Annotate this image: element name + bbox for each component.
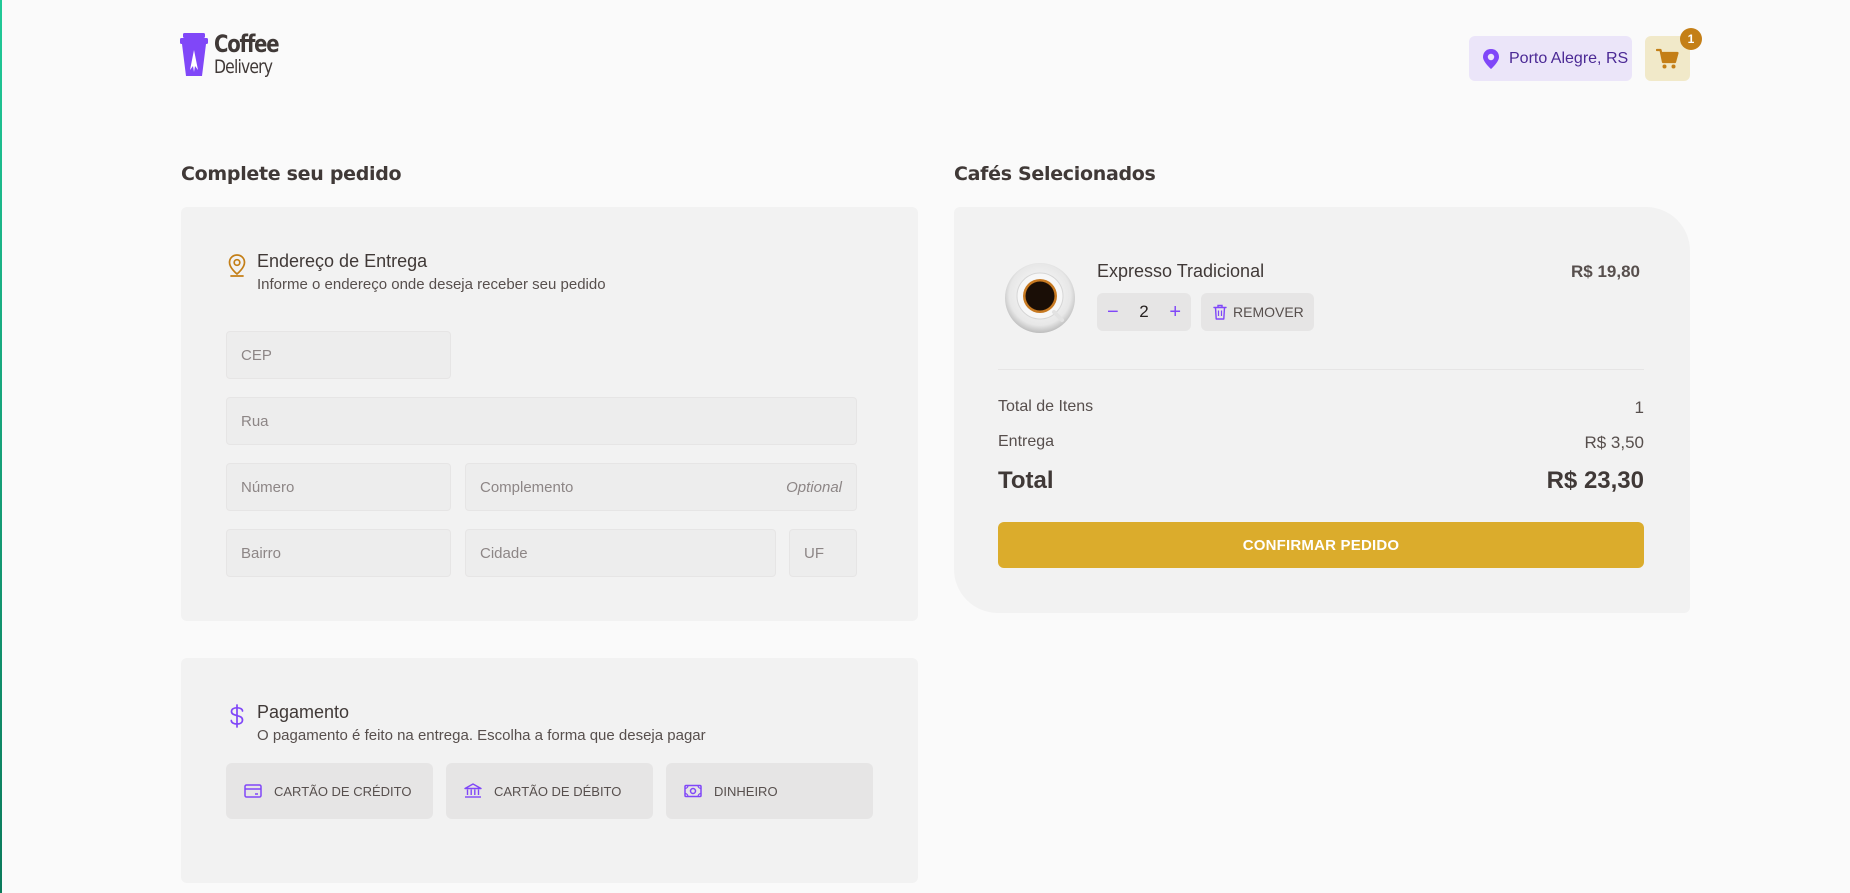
window-edge xyxy=(0,0,2,893)
items-total-value: 1 xyxy=(1634,398,1644,417)
increase-button[interactable]: + xyxy=(1169,302,1181,322)
coffee-cup-logo-icon xyxy=(180,32,208,76)
trash-icon xyxy=(1213,304,1227,320)
money-icon xyxy=(684,784,702,798)
logo-title: Coffee xyxy=(214,30,280,58)
coffee-item-image xyxy=(1005,263,1075,333)
neighborhood-field[interactable]: Bairro xyxy=(226,529,451,577)
location-badge[interactable]: Porto Alegre, RS xyxy=(1469,36,1632,81)
number-field[interactable]: Número xyxy=(226,463,451,511)
cart-button[interactable]: 1 xyxy=(1645,28,1702,81)
payment-card: Pagamento O pagamento é feito na entrega… xyxy=(181,658,918,883)
logo[interactable]: Coffee Delivery xyxy=(180,32,293,77)
currency-dollar-icon xyxy=(230,704,244,728)
item-name: Expresso Tradicional xyxy=(1097,261,1265,281)
quantity-value: 2 xyxy=(1139,302,1149,321)
cart-count-badge: 1 xyxy=(1680,28,1702,50)
city-field[interactable]: Cidade xyxy=(465,529,776,577)
shopping-cart-icon xyxy=(1655,48,1679,68)
bank-icon xyxy=(464,783,482,798)
delivery-label: Entrega xyxy=(998,433,1055,450)
items-total-row: Total de Itens 1 xyxy=(998,398,1644,418)
delivery-value: R$ 3,50 xyxy=(1584,433,1644,452)
cart-title: Cafés Selecionados xyxy=(954,163,1156,185)
items-total-label: Total de Itens xyxy=(998,398,1094,415)
optional-hint: Optional xyxy=(786,478,842,496)
payment-debit-card-button[interactable]: CARTÃO DE DÉBITO xyxy=(446,763,653,819)
decrease-button[interactable]: − xyxy=(1107,302,1119,322)
location-text: Porto Alegre, RS xyxy=(1509,49,1629,67)
address-title: Endereço de Entrega xyxy=(257,251,428,271)
payment-credit-card-button[interactable]: CARTÃO DE CRÉDITO xyxy=(226,763,433,819)
payment-cash-button[interactable]: DINHEIRO xyxy=(666,763,873,819)
remove-button[interactable]: REMOVER xyxy=(1201,293,1314,331)
cep-field[interactable]: CEP xyxy=(226,331,451,379)
logo-subtitle: Delivery xyxy=(214,56,273,78)
order-summary: Expresso Tradicional R$ 19,80 − 2 + REMO… xyxy=(954,207,1690,613)
delivery-row: Entrega R$ 3,50 xyxy=(998,433,1644,453)
total-value: R$ 23,30 xyxy=(1546,467,1644,494)
divider xyxy=(998,369,1644,370)
confirm-order-button[interactable]: CONFIRMAR PEDIDO xyxy=(998,522,1644,568)
state-field[interactable]: UF xyxy=(789,529,857,577)
street-field[interactable]: Rua xyxy=(226,397,857,445)
item-price: R$ 19,80 xyxy=(1571,262,1640,281)
payment-subtitle: O pagamento é feito na entrega. Escolha … xyxy=(257,727,706,744)
map-pin-icon xyxy=(1483,48,1499,69)
quantity-stepper: − 2 + xyxy=(1097,293,1191,331)
credit-card-icon xyxy=(244,784,262,798)
total-row: Total R$ 23,30 xyxy=(998,467,1644,495)
checkout-title: Complete seu pedido xyxy=(181,163,402,185)
address-subtitle: Informe o endereço onde deseja receber s… xyxy=(257,276,606,293)
address-card: Endereço de Entrega Informe o endereço o… xyxy=(181,207,918,621)
payment-title: Pagamento xyxy=(257,702,350,722)
complement-field[interactable]: Complemento Optional xyxy=(465,463,857,511)
total-label: Total xyxy=(998,467,1054,494)
map-pin-icon xyxy=(228,254,246,277)
